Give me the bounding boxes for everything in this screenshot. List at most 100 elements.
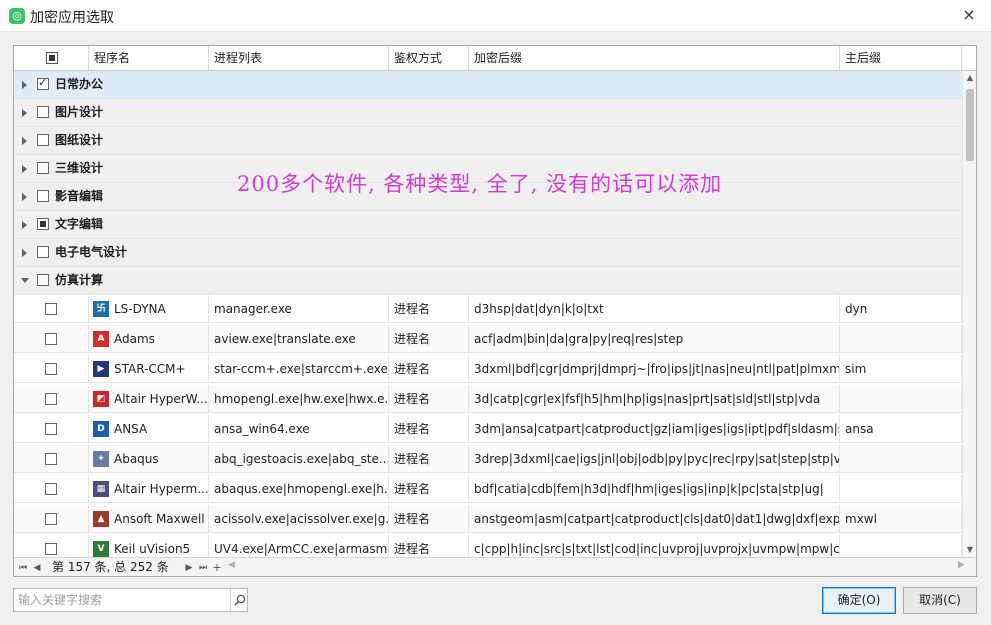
- table-row[interactable]: ▦ Altair Hyperm... abaqus.exe|hmopengl.exe…: [14, 475, 962, 503]
- table-row[interactable]: V Keil uVision5 UV4.exe|ArmCC.exe|armasm..…: [14, 535, 962, 557]
- cell-main-suffix: sim: [840, 355, 962, 383]
- table-row[interactable]: ▲ Ansoft Maxwell acissolv.exe|acissolver.e…: [14, 505, 962, 533]
- row-checkbox[interactable]: [45, 333, 57, 345]
- group-row[interactable]: 文字编辑: [14, 211, 962, 239]
- cell-process-list: UV4.exe|ArmCC.exe|armasm...: [209, 535, 389, 557]
- header-name[interactable]: 程序名: [89, 46, 209, 70]
- row-select-cell: [14, 295, 89, 323]
- cell-auth-method: 进程名: [389, 475, 469, 503]
- search-box: [13, 588, 248, 612]
- search-input[interactable]: [14, 589, 229, 611]
- cell-suffix: bdf|catia|cdb|fem|h3d|hdf|hm|iges|igs|in…: [469, 475, 840, 503]
- row-select-cell: [14, 325, 89, 353]
- expand-right-icon[interactable]: [22, 109, 27, 117]
- close-button[interactable]: ×: [961, 7, 977, 23]
- cell-name: Abaqus: [89, 445, 209, 473]
- expand-right-icon[interactable]: [22, 137, 27, 145]
- prev-page-icon[interactable]: ◀: [31, 560, 43, 576]
- select-all-checkbox[interactable]: [46, 52, 58, 64]
- group-checkbox[interactable]: [37, 76, 49, 90]
- row-select-cell: [14, 385, 89, 413]
- cell-name: Keil uVision5: [89, 535, 209, 557]
- group-checkbox[interactable]: [37, 106, 49, 118]
- group-row[interactable]: 电子电气设计: [14, 239, 962, 267]
- table-row[interactable]: ◩ Altair HyperW... hmopengl.exe|hw.exe|hwx…: [14, 385, 962, 413]
- cell-process-list: acissolv.exe|acissolver.exe|g...: [209, 505, 389, 533]
- header-auth-method[interactable]: 鉴权方式: [389, 46, 469, 70]
- hscroll-right-icon[interactable]: ▶: [958, 560, 965, 570]
- scroll-thumb[interactable]: [966, 89, 974, 161]
- vertical-scrollbar[interactable]: ▲ ▼: [962, 71, 976, 557]
- row-checkbox[interactable]: [45, 543, 57, 555]
- cell-suffix: 3dm|ansa|catpart|catproduct|gz|iam|iges|…: [469, 415, 840, 443]
- group-checkbox[interactable]: [37, 162, 49, 174]
- expand-right-icon[interactable]: [22, 81, 27, 89]
- header-main-suffix[interactable]: 主后缀: [840, 46, 962, 70]
- row-checkbox[interactable]: [45, 423, 57, 435]
- add-record-icon[interactable]: +: [211, 560, 223, 576]
- cell-main-suffix: ansa: [840, 415, 962, 443]
- scroll-up-arrow-icon[interactable]: ▲: [963, 71, 976, 85]
- row-checkbox[interactable]: [45, 393, 57, 405]
- window-title: 加密应用选取: [30, 10, 114, 26]
- last-page-icon[interactable]: ⏭: [197, 560, 209, 576]
- cell-process-list: star-ccm+.exe|starccm+.exe...: [209, 355, 389, 383]
- cell-name: Altair Hyperm...: [89, 475, 209, 503]
- search-icon[interactable]: [230, 589, 248, 611]
- cell-process-list: aview.exe|translate.exe: [209, 325, 389, 353]
- app-icon: ◎: [9, 8, 25, 24]
- row-checkbox[interactable]: [45, 453, 57, 465]
- grid-header: 程序名 进程列表 鉴权方式 加密后缀 主后缀: [14, 46, 976, 71]
- group-row[interactable]: 仿真计算: [14, 267, 962, 295]
- table-row[interactable]: ✦ Abaqus abq_igestoacis.exe|abq_ste... 进程名 3…: [14, 445, 962, 473]
- next-page-icon[interactable]: ▶: [183, 560, 195, 576]
- cell-main-suffix: [840, 535, 962, 557]
- cell-auth-method: 进程名: [389, 385, 469, 413]
- table-row[interactable]: 卐 LS-DYNA manager.exe 进程名 d3hsp|dat|dyn|k|o|…: [14, 295, 962, 323]
- cell-main-suffix: [840, 445, 962, 473]
- group-checkbox[interactable]: [37, 134, 49, 146]
- cancel-button[interactable]: 取消(C): [903, 587, 977, 614]
- expand-right-icon[interactable]: [22, 221, 27, 229]
- table-row[interactable]: ▶ STAR-CCM+ star-ccm+.exe|starccm+.exe... 进…: [14, 355, 962, 383]
- row-select-cell: [14, 475, 89, 503]
- cell-main-suffix: [840, 385, 962, 413]
- header-suffix[interactable]: 加密后缀: [469, 46, 840, 70]
- cell-main-suffix: dyn: [840, 295, 962, 323]
- expand-right-icon[interactable]: [22, 193, 27, 201]
- header-select-all-cell: [14, 46, 89, 70]
- cell-auth-method: 进程名: [389, 535, 469, 557]
- app-grid: 程序名 进程列表 鉴权方式 加密后缀 主后缀 日常办公图片设计图纸设计三维设计影…: [13, 45, 977, 577]
- group-checkbox[interactable]: [37, 218, 49, 230]
- group-label: 仿真计算: [55, 273, 104, 287]
- expand-down-icon[interactable]: [21, 278, 29, 283]
- row-checkbox[interactable]: [45, 363, 57, 375]
- group-checkbox[interactable]: [37, 190, 49, 202]
- group-checkbox[interactable]: [37, 274, 49, 286]
- table-row[interactable]: A Adams aview.exe|translate.exe 进程名 acf|adm|…: [14, 325, 962, 353]
- pager-bar: ⏮ ◀ 第 157 条, 总 252 条 ▶ ⏭ + ◀ ▶: [14, 557, 976, 576]
- expand-right-icon[interactable]: [22, 165, 27, 173]
- group-row[interactable]: 日常办公: [14, 71, 962, 99]
- group-row[interactable]: 图片设计: [14, 99, 962, 127]
- overlay-annotation: 200多个软件, 各种类型, 全了, 没有的话可以添加: [237, 172, 723, 196]
- ok-button[interactable]: 确定(O): [822, 587, 896, 614]
- first-page-icon[interactable]: ⏮: [17, 560, 29, 576]
- group-label: 日常办公: [55, 77, 104, 91]
- cell-process-list: abaqus.exe|hmopengl.exe|h...: [209, 475, 389, 503]
- row-checkbox[interactable]: [45, 513, 57, 525]
- cell-auth-method: 进程名: [389, 325, 469, 353]
- cell-process-list: ansa_win64.exe: [209, 415, 389, 443]
- header-process-list[interactable]: 进程列表: [209, 46, 389, 70]
- title-bar: ◎ 加密应用选取 ×: [0, 0, 991, 32]
- row-checkbox[interactable]: [45, 303, 57, 315]
- cell-name: Ansoft Maxwell: [89, 505, 209, 533]
- group-checkbox[interactable]: [37, 246, 49, 258]
- expand-right-icon[interactable]: [22, 249, 27, 257]
- table-row[interactable]: D ANSA ansa_win64.exe 进程名 3dm|ansa|catpart|c…: [14, 415, 962, 443]
- scroll-down-arrow-icon[interactable]: ▼: [963, 543, 976, 557]
- cell-process-list: abq_igestoacis.exe|abq_ste...: [209, 445, 389, 473]
- hscroll-left-icon[interactable]: ◀: [228, 560, 235, 570]
- group-row[interactable]: 图纸设计: [14, 127, 962, 155]
- row-checkbox[interactable]: [45, 483, 57, 495]
